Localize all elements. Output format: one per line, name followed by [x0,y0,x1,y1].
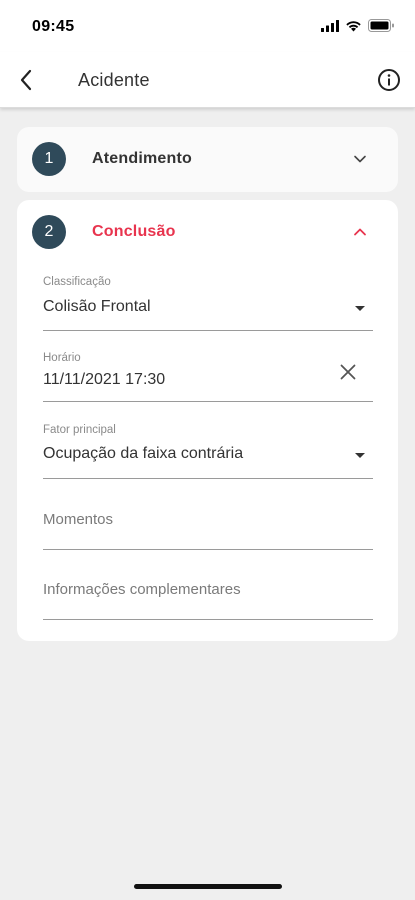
status-time: 09:45 [32,18,75,35]
app-bar: Acidente [0,52,415,108]
field-label: Horário [43,352,81,364]
step-card-conclusao: 2 Conclusão Classificação Colisão Fronta… [17,200,398,641]
field-placeholder: Informações complementares [43,581,241,598]
field-value: Ocupação da faixa contrária [43,445,244,462]
step-title: Atendimento [92,150,192,167]
informacoes-complementares-input[interactable]: Informações complementares [43,570,373,620]
dropdown-arrow-icon [355,453,365,458]
classificacao-select[interactable]: Classificação Colisão Frontal [43,272,373,331]
status-bar: 09:45 [0,0,415,52]
wifi-icon [346,20,361,31]
step-number-badge: 2 [32,215,66,249]
page-title: Acidente [78,70,150,90]
back-button[interactable] [12,66,40,94]
battery-icon [368,19,394,32]
field-value: 11/11/2021 17:30 [43,371,166,388]
chevron-down-icon [354,155,366,163]
cellular-signal-icon [321,19,339,32]
chevron-left-icon [20,69,32,91]
step-number-badge: 1 [32,142,66,176]
home-indicator [134,884,282,889]
step-title: Conclusão [92,223,176,240]
info-button[interactable] [377,68,401,92]
field-label: Fator principal [43,424,116,436]
step-header-conclusao[interactable]: 2 Conclusão [17,200,398,262]
momentos-input[interactable]: Momentos [43,500,373,550]
horario-field[interactable]: Horário 11/11/2021 17:30 [43,348,373,402]
dropdown-arrow-icon [355,306,365,311]
info-icon [378,69,400,91]
step-header-atendimento[interactable]: 1 Atendimento [17,127,398,192]
field-placeholder: Momentos [43,511,114,528]
field-label: Classificação [43,276,111,288]
status-icons [321,19,395,32]
chevron-up-icon [354,228,366,236]
step-card-atendimento: 1 Atendimento [17,127,398,192]
close-icon[interactable] [339,363,357,381]
field-value: Colisão Frontal [43,298,151,315]
fator-principal-select[interactable]: Fator principal Ocupação da faixa contrá… [43,420,373,479]
